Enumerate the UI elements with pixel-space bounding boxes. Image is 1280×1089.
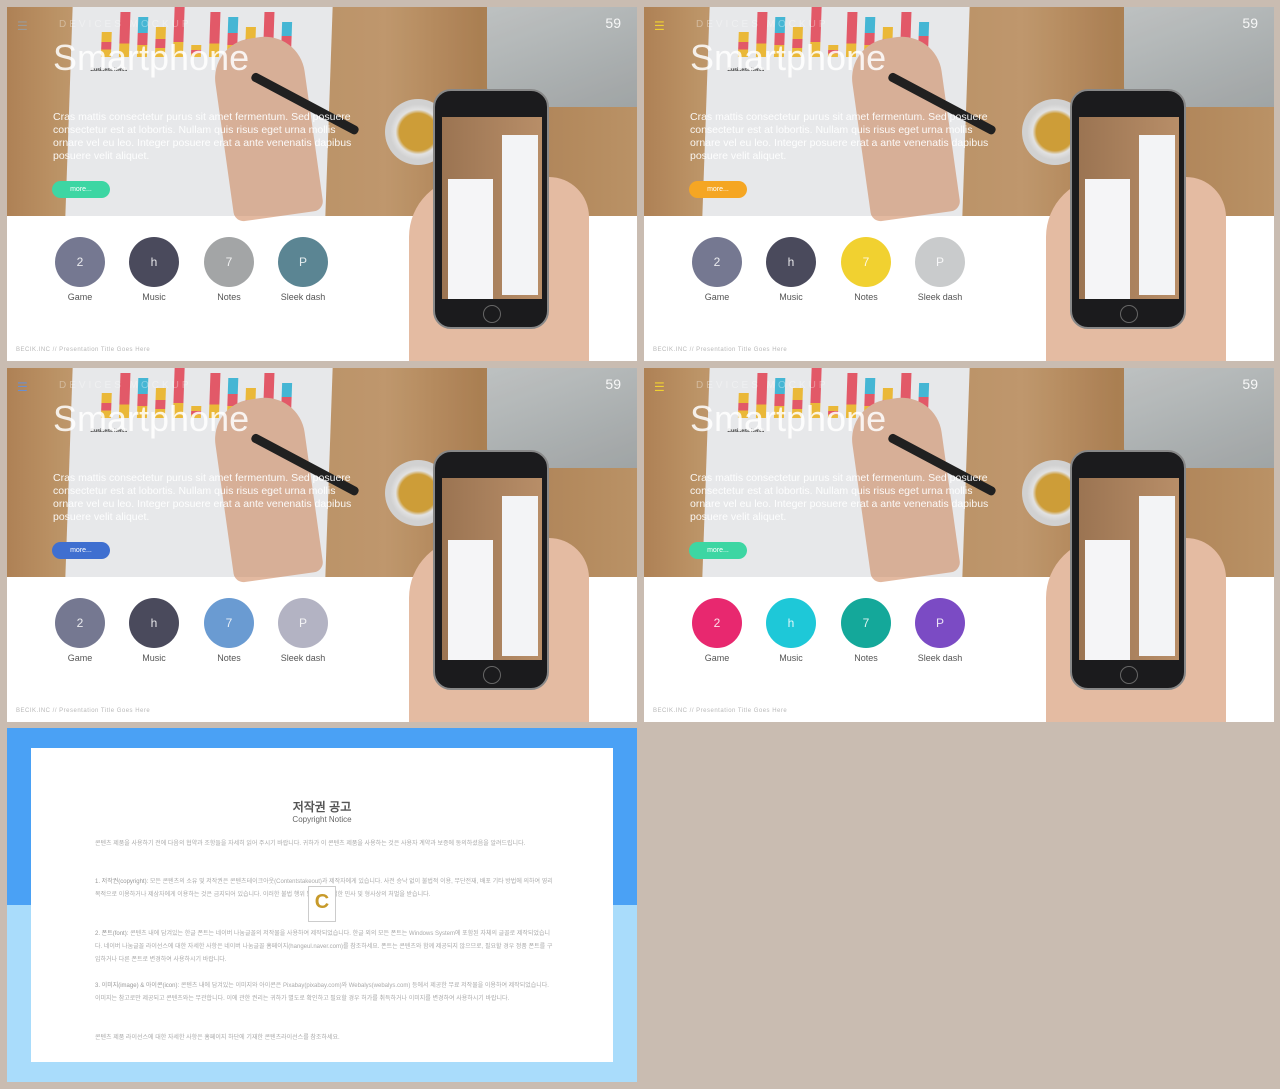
slide-title: Smartphone [690, 37, 887, 78]
smartphone-slide-1: Business items ☰ 59 DEVICES MOCKUP Smart… [7, 7, 637, 361]
section-2-text: 콘텐츠 내에 담겨있는 한글 폰트는 네이버 나눔글꼴의 저작물을 사용하여 제… [95, 931, 553, 963]
phone-screen [1079, 117, 1179, 299]
slide-kicker: DEVICES MOCKUP [696, 19, 829, 30]
page-number: 59 [1242, 15, 1258, 31]
slide-footer: BECIK.INC // Presentation Title Goes Her… [16, 708, 151, 714]
home-button [483, 305, 501, 323]
slide-body: Cras mattis consectetur purus sit amet f… [690, 472, 989, 523]
app-icon-circle[interactable]: P [915, 598, 965, 648]
section-3-heading: 3. 이미지(image) & 아이콘(icon): [95, 983, 180, 989]
app-label: Notes [854, 292, 878, 302]
app-icon-circle[interactable]: 7 [841, 237, 891, 287]
notice-section-3: 3. 이미지(image) & 아이콘(icon): 콘텐츠 내에 담겨있는 이… [95, 980, 555, 1006]
hamburger-menu-icon[interactable]: ☰ [654, 19, 665, 33]
app-label: Music [142, 292, 166, 302]
section-2-heading: 2. 폰트(font): [95, 931, 129, 937]
app-label: Music [779, 653, 803, 663]
smartphone-mockup [433, 89, 549, 329]
slide-title: Smartphone [690, 398, 887, 439]
smartphone-mockup [1070, 450, 1186, 690]
app-label: Sleek dash [917, 292, 963, 302]
app-label: Game [704, 653, 730, 663]
copyright-notice-slide: 저작권 공고 Copyright Notice 콘텐츠 제품을 사용하기 전에 … [7, 728, 637, 1082]
smartphone-slide-2: Business items ☰ 59 DEVICES MOCKUP Smart… [644, 7, 1274, 361]
section-1-heading: 1. 저작권(copyright): [95, 879, 149, 885]
hamburger-menu-icon[interactable]: ☰ [17, 19, 28, 33]
home-button [483, 666, 501, 684]
slide-body: Cras mattis consectetur purus sit amet f… [53, 472, 352, 523]
app-icon-circle[interactable]: 2 [692, 598, 742, 648]
notice-subtitle: Copyright Notice [292, 815, 352, 824]
slide-footer: BECIK.INC // Presentation Title Goes Her… [16, 347, 151, 353]
app-label: Sleek dash [280, 292, 326, 302]
slide-footer: BECIK.INC // Presentation Title Goes Her… [653, 347, 788, 353]
page-number: 59 [1242, 376, 1258, 392]
home-button [1120, 666, 1138, 684]
app-icon-circle[interactable]: h [766, 237, 816, 287]
smartphone-slide-3: Business items ☰ 59 DEVICES MOCKUP Smart… [7, 368, 637, 722]
notice-card: 저작권 공고 Copyright Notice 콘텐츠 제품을 사용하기 전에 … [31, 748, 613, 1062]
page-number: 59 [605, 15, 621, 31]
more-button[interactable]: more... [689, 181, 747, 198]
slide-kicker: DEVICES MOCKUP [696, 380, 829, 391]
slide-body: Cras mattis consectetur purus sit amet f… [690, 111, 989, 162]
contents-logo: C [308, 886, 336, 922]
notice-outro: 콘텐츠 제품 라이선스에 대한 자세한 사항은 홈페이지 하단에 기재한 콘텐츠… [95, 1035, 340, 1041]
phone-screen [442, 478, 542, 660]
app-label: Sleek dash [280, 653, 326, 663]
app-icon-circle[interactable]: P [278, 598, 328, 648]
app-icon-circle[interactable]: h [129, 237, 179, 287]
slide-footer: BECIK.INC // Presentation Title Goes Her… [653, 708, 788, 714]
more-button[interactable]: more... [52, 542, 110, 559]
phone-screen [442, 117, 542, 299]
app-icon-circle[interactable]: 7 [841, 598, 891, 648]
app-icon-circle[interactable]: P [278, 237, 328, 287]
app-icon-circle[interactable]: 7 [204, 598, 254, 648]
app-label: Notes [217, 653, 241, 663]
slide-body: Cras mattis consectetur purus sit amet f… [53, 111, 352, 162]
app-icon-circle[interactable]: P [915, 237, 965, 287]
slide-title: Smartphone [53, 398, 250, 439]
app-label: Notes [217, 292, 241, 302]
home-button [1120, 305, 1138, 323]
phone-screen [1079, 478, 1179, 660]
app-icon-circle[interactable]: 7 [204, 237, 254, 287]
more-button[interactable]: more... [52, 181, 110, 198]
notice-section-2: 2. 폰트(font): 콘텐츠 내에 담겨있는 한글 폰트는 네이버 나눔글꼴… [95, 928, 555, 967]
app-label: Notes [854, 653, 878, 663]
app-icon-circle[interactable]: 2 [55, 598, 105, 648]
app-label: Music [142, 653, 166, 663]
app-icon-circle[interactable]: 2 [55, 237, 105, 287]
smartphone-mockup [433, 450, 549, 690]
app-label: Game [67, 653, 93, 663]
notice-title: 저작권 공고 [292, 800, 352, 814]
app-label: Game [67, 292, 93, 302]
smartphone-mockup [1070, 89, 1186, 329]
more-button[interactable]: more... [689, 542, 747, 559]
app-icon-circle[interactable]: 2 [692, 237, 742, 287]
smartphone-slide-4: Business items ☰ 59 DEVICES MOCKUP Smart… [644, 368, 1274, 722]
slide-kicker: DEVICES MOCKUP [59, 380, 192, 391]
slide-title: Smartphone [53, 37, 250, 78]
hamburger-menu-icon[interactable]: ☰ [17, 380, 28, 394]
app-icon-circle[interactable]: h [129, 598, 179, 648]
page-number: 59 [605, 376, 621, 392]
app-label: Sleek dash [917, 653, 963, 663]
app-icon-circle[interactable]: h [766, 598, 816, 648]
notice-intro: 콘텐츠 제품을 사용하기 전에 다음의 협약과 조항들을 자세히 읽어 주시기 … [95, 841, 526, 847]
hamburger-menu-icon[interactable]: ☰ [654, 380, 665, 394]
app-label: Music [779, 292, 803, 302]
slide-kicker: DEVICES MOCKUP [59, 19, 192, 30]
app-label: Game [704, 292, 730, 302]
